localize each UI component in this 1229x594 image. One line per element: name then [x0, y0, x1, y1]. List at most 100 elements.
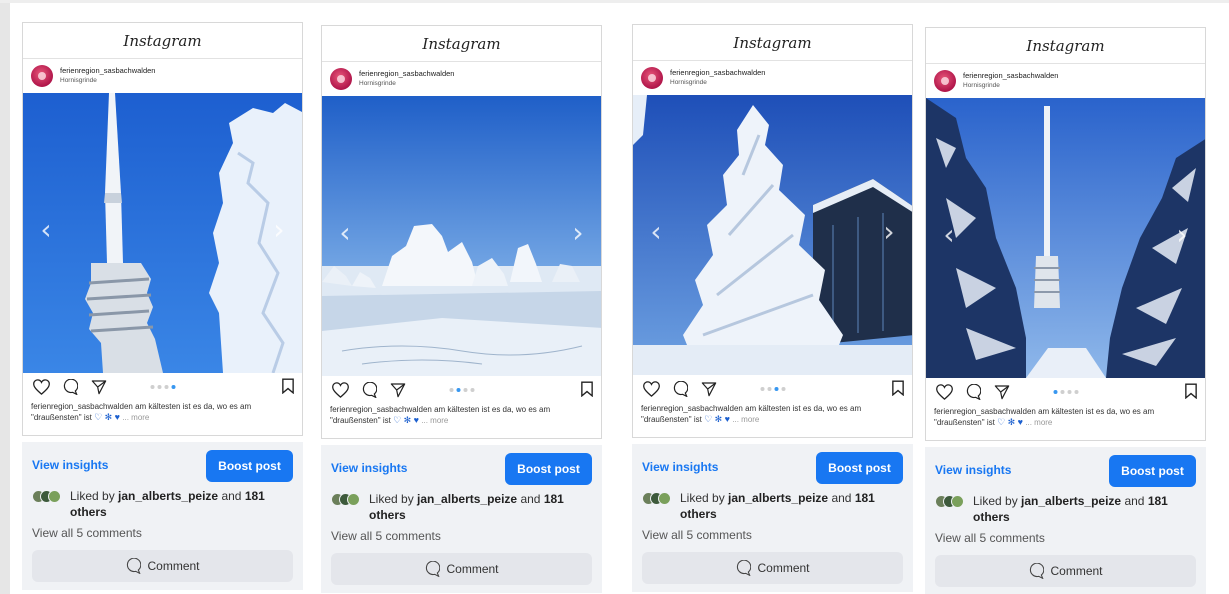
heart-icon[interactable]: [31, 377, 51, 397]
heart-emoji-icon: ♡ ✻ ♥: [704, 414, 731, 424]
view-insights-link[interactable]: View insights: [331, 461, 407, 475]
facebook-panel: View insights Boost post Liked by jan_al…: [632, 444, 913, 592]
comment-button-label: Comment: [446, 562, 499, 576]
liker-avatars: [935, 495, 964, 525]
chevron-left-icon[interactable]: ‹: [334, 218, 356, 248]
carousel-dots: [1053, 390, 1078, 394]
location[interactable]: Hornisgrinde: [359, 79, 454, 89]
more-link[interactable]: ... more: [732, 415, 759, 424]
username[interactable]: ferienregion_sasbachwalden: [359, 69, 454, 79]
comment-icon[interactable]: [963, 382, 983, 402]
view-all-comments-link[interactable]: View all 5 comments: [32, 526, 142, 540]
likes-summary[interactable]: Liked by jan_alberts_peize and 181 other…: [935, 493, 1200, 525]
username[interactable]: ferienregion_sasbachwalden: [963, 71, 1058, 81]
post-header: ferienregion_sasbachwalden Hornisgrinde: [633, 61, 912, 95]
comment-button[interactable]: Comment: [32, 550, 293, 582]
post-header: ferienregion_sasbachwalden Hornisgrinde: [322, 62, 601, 96]
liker-avatars: [331, 493, 360, 523]
view-insights-link[interactable]: View insights: [642, 460, 718, 474]
facebook-panel: View insights Boost post Liked by jan_al…: [321, 445, 602, 593]
chevron-right-icon[interactable]: ›: [268, 215, 290, 245]
location[interactable]: Hornisgrinde: [60, 76, 155, 86]
more-link[interactable]: ... more: [421, 416, 448, 425]
instagram-logo: Instagram: [322, 26, 601, 62]
chevron-right-icon[interactable]: ›: [567, 218, 589, 248]
instagram-logo: Instagram: [926, 28, 1205, 64]
boost-post-button[interactable]: Boost post: [1109, 455, 1196, 487]
comment-icon[interactable]: [60, 377, 80, 397]
carousel-dots: [449, 388, 474, 392]
heart-icon[interactable]: [641, 379, 661, 399]
chevron-left-icon[interactable]: ‹: [938, 220, 960, 250]
username[interactable]: ferienregion_sasbachwalden: [670, 68, 765, 78]
instagram-logo: Instagram: [23, 23, 302, 59]
bookmark-icon[interactable]: [282, 378, 294, 399]
likes-summary[interactable]: Liked by jan_alberts_peize and 181 other…: [331, 491, 596, 523]
avatar[interactable]: [641, 67, 663, 89]
post-image: ‹ ›: [926, 98, 1205, 378]
facebook-panel: View insights Boost post Liked by jan_al…: [925, 447, 1206, 594]
comment-button-label: Comment: [1050, 564, 1103, 578]
view-insights-link[interactable]: View insights: [32, 458, 108, 472]
likes-summary[interactable]: Liked by jan_alberts_peize and 181 other…: [642, 490, 907, 522]
avatar[interactable]: [330, 68, 352, 90]
view-all-comments-link[interactable]: View all 5 comments: [331, 529, 441, 543]
instagram-preview: Instagram ferienregion_sasbachwalden Hor…: [22, 22, 303, 436]
boost-post-button[interactable]: Boost post: [206, 450, 293, 482]
heart-icon[interactable]: [934, 382, 954, 402]
chevron-right-icon[interactable]: ›: [1171, 220, 1193, 250]
send-icon[interactable]: [89, 377, 109, 397]
chevron-left-icon[interactable]: ‹: [645, 217, 667, 247]
view-all-comments-link[interactable]: View all 5 comments: [642, 528, 752, 542]
comment-button[interactable]: Comment: [331, 553, 592, 585]
heart-emoji-icon: ♡ ✻ ♥: [94, 412, 121, 422]
avatar[interactable]: [31, 65, 53, 87]
window-left-edge: [0, 0, 10, 594]
view-insights-link[interactable]: View insights: [935, 463, 1011, 477]
liker-avatars: [642, 492, 671, 522]
liked-by-user[interactable]: jan_alberts_peize: [1021, 494, 1121, 508]
post-image: ‹ ›: [23, 93, 302, 373]
liked-by-user[interactable]: jan_alberts_peize: [417, 492, 517, 506]
send-icon[interactable]: [992, 382, 1012, 402]
more-link[interactable]: ... more: [1025, 418, 1052, 427]
chevron-right-icon[interactable]: ›: [878, 217, 900, 247]
comment-bubble-icon: [424, 561, 441, 577]
comment-icon[interactable]: [359, 380, 379, 400]
comment-button[interactable]: Comment: [935, 555, 1196, 587]
post-caption: ferienregion_sasbachwalden am kältesten …: [23, 401, 302, 435]
boost-post-button[interactable]: Boost post: [505, 453, 592, 485]
liked-by-user[interactable]: jan_alberts_peize: [728, 491, 828, 505]
carousel-dots: [150, 385, 175, 389]
post-header: ferienregion_sasbachwalden Hornisgrinde: [23, 59, 302, 93]
liked-by-user[interactable]: jan_alberts_peize: [118, 489, 218, 503]
bookmark-icon[interactable]: [581, 381, 593, 402]
view-all-comments-link[interactable]: View all 5 comments: [935, 531, 1045, 545]
comment-icon[interactable]: [670, 379, 690, 399]
avatar[interactable]: [934, 70, 956, 92]
instagram-preview: Instagram ferienregion_sasbachwalden Hor…: [632, 24, 913, 438]
post-card-1: Instagram ferienregion_sasbachwalden Hor…: [22, 22, 303, 590]
location[interactable]: Hornisgrinde: [670, 78, 765, 88]
liked-by-and: and: [520, 492, 541, 506]
action-bar: [633, 375, 912, 403]
instagram-preview: Instagram ferienregion_sasbachwalden Hor…: [321, 25, 602, 439]
send-icon[interactable]: [388, 380, 408, 400]
likes-summary[interactable]: Liked by jan_alberts_peize and 181 other…: [32, 488, 297, 520]
bookmark-icon[interactable]: [1185, 383, 1197, 404]
location[interactable]: Hornisgrinde: [963, 81, 1058, 91]
action-bar: [322, 376, 601, 404]
username[interactable]: ferienregion_sasbachwalden: [60, 66, 155, 76]
bookmark-icon[interactable]: [892, 380, 904, 401]
send-icon[interactable]: [699, 379, 719, 399]
heart-icon[interactable]: [330, 380, 350, 400]
liked-by-label: Liked by: [973, 494, 1018, 508]
boost-post-button[interactable]: Boost post: [816, 452, 903, 484]
comment-button[interactable]: Comment: [642, 552, 903, 584]
liked-by-and: and: [221, 489, 242, 503]
action-bar: [926, 378, 1205, 406]
comment-bubble-icon: [125, 558, 142, 574]
chevron-left-icon[interactable]: ‹: [35, 215, 57, 245]
comment-button-label: Comment: [147, 559, 200, 573]
more-link[interactable]: ... more: [122, 413, 149, 422]
